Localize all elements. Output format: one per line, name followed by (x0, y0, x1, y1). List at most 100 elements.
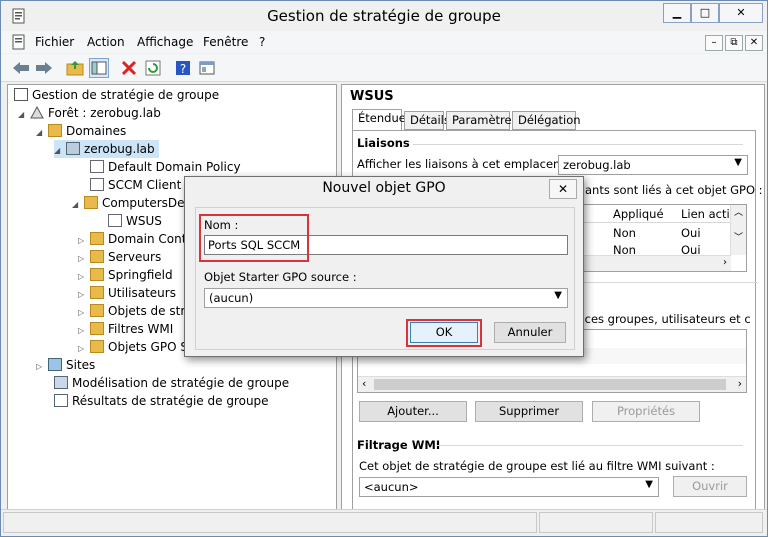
minimize-button[interactable]: ▁ (663, 3, 691, 23)
links-grid-vscroll[interactable]: ︿ ﹀ (730, 205, 746, 255)
expand-icon[interactable]: ▷ (36, 358, 48, 376)
starter-gpo-value: (aucun) (209, 291, 254, 305)
menu-affichage[interactable]: Affichage (137, 35, 193, 49)
tree-item-springfield[interactable]: ▷ Springfield (78, 266, 173, 284)
ou-folder-icon (90, 268, 104, 281)
maximize-button[interactable]: □ (691, 3, 719, 23)
tree-modeling[interactable]: Modélisation de stratégie de groupe (54, 374, 289, 392)
tree-item-computersde[interactable]: ◢ ComputersDe (72, 194, 185, 212)
scroll-left-icon[interactable]: ‹ (362, 377, 366, 390)
tree-item-label: ComputersDe (102, 196, 185, 210)
tab-delegation[interactable]: Délégation (512, 111, 581, 130)
status-cell-2 (539, 512, 653, 533)
tree-item-label: WSUS (126, 214, 162, 228)
scroll-thumb[interactable] (374, 379, 726, 390)
tab-etendue[interactable]: Étendue (352, 109, 406, 131)
tree-domain-label: zerobug.lab (84, 142, 155, 156)
tree-item-serveurs[interactable]: ▷ Serveurs (78, 248, 161, 266)
mdi-minimize-button[interactable]: – (705, 35, 723, 51)
tree-item-label: Filtres WMI (108, 322, 174, 336)
menu-action[interactable]: Action (87, 35, 125, 49)
open-button[interactable]: Ouvrir (673, 476, 747, 497)
column-lien-active[interactable]: Lien activ (681, 207, 737, 221)
domains-folder-icon (48, 124, 62, 137)
menu-help[interactable]: ? (259, 35, 265, 49)
toolbar: ? (1, 54, 767, 82)
scroll-right-icon[interactable]: › (723, 257, 727, 268)
forward-icon[interactable] (34, 58, 54, 78)
tree-item-sccm-client[interactable]: SCCM Client P (90, 176, 192, 194)
scroll-down-icon[interactable]: ﹀ (731, 230, 746, 243)
links-location-select[interactable]: zerobug.lab ▼ (558, 155, 748, 175)
ou-folder-icon (90, 232, 104, 245)
tree-item-starter-gpos[interactable]: ▷ Objets GPO St (78, 338, 193, 356)
properties-icon[interactable] (197, 58, 217, 78)
tree-item-domain-controllers[interactable]: ▷ Domain Contr (78, 230, 191, 248)
collapse-icon[interactable]: ◢ (72, 196, 84, 214)
links-location-value: zerobug.lab (563, 158, 631, 172)
forest-icon (30, 105, 44, 119)
tree-forest[interactable]: ◢ Forêt : zerobug.lab (18, 104, 161, 122)
remove-button[interactable]: Supprimer (475, 401, 583, 422)
dialog-close-button[interactable]: ✕ (549, 179, 577, 199)
tree-item-label: Default Domain Policy (108, 160, 241, 174)
tree-item-label: Domain Contr (108, 232, 192, 246)
window-title: Gestion de stratégie de groupe (267, 7, 501, 25)
domain-icon (66, 142, 80, 155)
tree-item-wsus[interactable]: WSUS (108, 212, 162, 230)
refresh-icon[interactable] (143, 58, 163, 78)
tab-details[interactable]: Détails (404, 111, 450, 130)
tree-item-wmi-filters[interactable]: ▷ Filtres WMI (78, 320, 173, 338)
gpo-link-icon (108, 214, 122, 227)
show-console-tree-icon[interactable] (89, 58, 109, 78)
tree-forest-label: Forêt : zerobug.lab (48, 106, 161, 120)
delete-icon[interactable] (119, 58, 139, 78)
tree-item-label: Serveurs (108, 250, 162, 264)
tree-sites[interactable]: ▷ Sites (36, 356, 95, 374)
security-grid-hscroll[interactable]: ‹ › (358, 376, 746, 392)
links-note: ants sont liés à cet objet GPO : (585, 183, 763, 197)
properties-button[interactable]: Propriétés (592, 401, 700, 422)
menu-app-icon[interactable] (11, 34, 27, 50)
scroll-up-icon[interactable]: ︿ (731, 205, 746, 218)
up-folder-icon[interactable] (65, 58, 85, 78)
gpmc-icon (14, 88, 28, 101)
tree-results[interactable]: Résultats de stratégie de groupe (54, 392, 269, 410)
close-button[interactable]: ✕ (719, 3, 763, 23)
tree-item-label: Springfield (108, 268, 173, 282)
status-cell-1 (3, 512, 537, 533)
collapse-icon[interactable]: ◢ (36, 124, 48, 142)
menu-fenetre[interactable]: Fenêtre (203, 35, 248, 49)
collapse-icon[interactable]: ◢ (54, 142, 66, 160)
menu-fichier[interactable]: Fichier (35, 35, 74, 49)
chevron-down-icon: ▼ (554, 290, 562, 301)
collapse-icon[interactable]: ◢ (18, 106, 30, 124)
tree-item-gpo-objects[interactable]: ▷ Objets de strat (78, 302, 197, 320)
starter-gpo-select[interactable]: (aucun) ▼ (204, 288, 568, 308)
tree-domain-zerobug[interactable]: ◢ zerobug.lab (54, 140, 159, 158)
gpo-folder-icon (90, 304, 104, 317)
wmi-folder-icon (90, 322, 104, 335)
starter-gpo-label: Objet Starter GPO source : (204, 270, 357, 284)
mdi-restore-button[interactable]: ⧉ (725, 35, 743, 51)
tree-modeling-label: Modélisation de stratégie de groupe (72, 376, 290, 390)
mdi-close-button[interactable]: ✕ (745, 35, 763, 51)
tree-root[interactable]: Gestion de stratégie de groupe (14, 86, 219, 104)
results-icon (54, 394, 68, 407)
scroll-right-icon[interactable]: › (738, 377, 742, 390)
links-heading: Liaisons (357, 136, 410, 150)
tab-parametres[interactable]: Paramètres (446, 111, 518, 130)
tree-item-utilisateurs[interactable]: ▷ Utilisateurs (78, 284, 176, 302)
column-applique[interactable]: Appliqué (613, 207, 664, 221)
modeling-icon (54, 376, 68, 389)
cancel-button[interactable]: Annuler (494, 322, 566, 343)
tree-domains[interactable]: ◢ Domaines (36, 122, 126, 140)
row-lien-active: Oui (681, 226, 701, 240)
add-button[interactable]: Ajouter... (359, 401, 467, 422)
tree-item-default-domain-policy[interactable]: Default Domain Policy (90, 158, 241, 176)
gpo-title: WSUS (350, 89, 394, 104)
help-icon[interactable]: ? (173, 58, 193, 78)
wmi-filter-select[interactable]: <aucun> ▼ (359, 477, 659, 497)
back-icon[interactable] (11, 58, 31, 78)
ou-folder-icon (84, 196, 98, 209)
